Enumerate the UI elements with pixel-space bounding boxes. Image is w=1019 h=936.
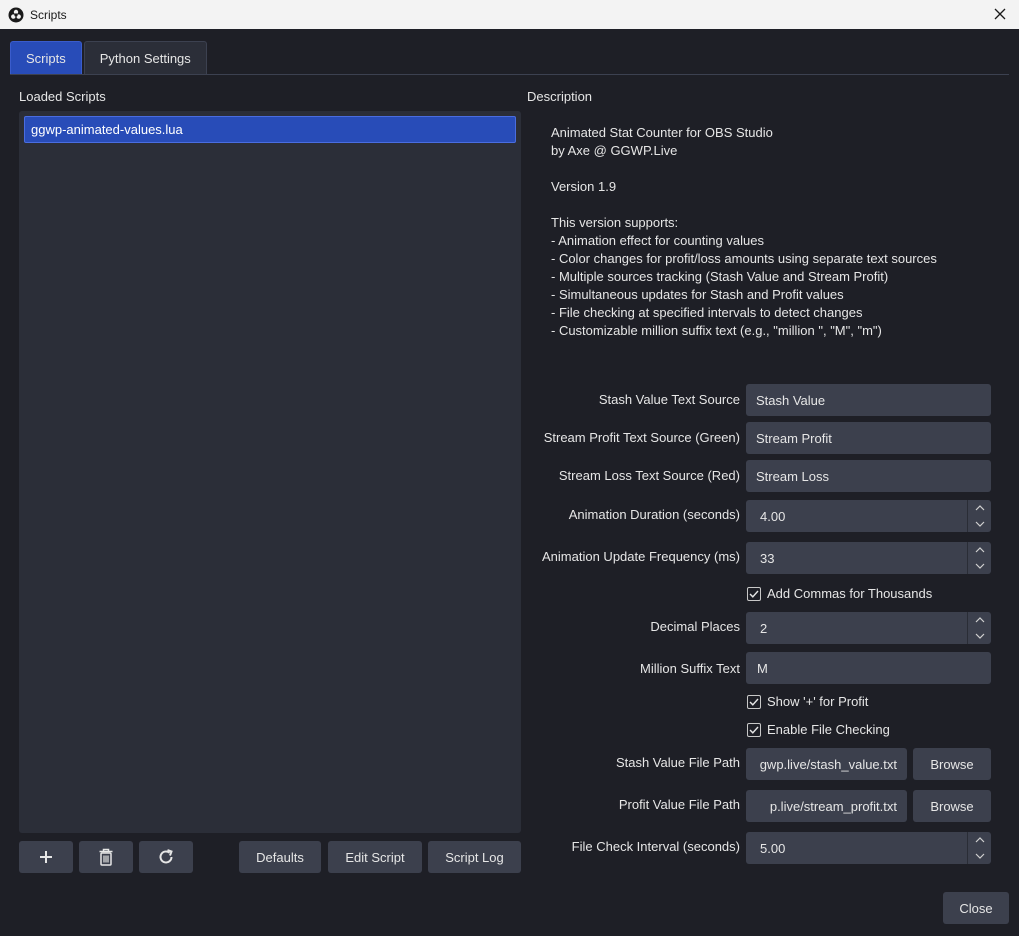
tab-bar: Scripts Python Settings xyxy=(10,41,209,74)
show-plus-checkbox[interactable]: Show '+' for Profit xyxy=(747,694,868,709)
decimal-places-value: 2 xyxy=(760,620,768,636)
spin-arrows xyxy=(967,612,991,644)
spin-down-button[interactable] xyxy=(968,516,992,532)
edit-script-button[interactable]: Edit Script xyxy=(328,841,422,873)
spin-down-button[interactable] xyxy=(968,848,992,864)
spin-down-button[interactable] xyxy=(968,558,992,574)
spin-arrows xyxy=(967,832,991,864)
checkmark-icon xyxy=(749,698,759,706)
profit-path-label: Profit Value File Path xyxy=(618,797,740,812)
close-button[interactable]: Close xyxy=(943,892,1009,924)
checkmark-icon xyxy=(749,590,759,598)
browse-stash-button[interactable]: Browse xyxy=(913,748,991,780)
checkbox-box xyxy=(747,586,761,601)
file-checking-checkbox[interactable]: Enable File Checking xyxy=(747,722,890,737)
anim-duration-value: 4.00 xyxy=(760,508,786,524)
obs-logo-icon xyxy=(8,7,24,22)
stash-path-field[interactable]: gwp.live/stash_value.txt xyxy=(746,748,907,780)
chevron-up-icon xyxy=(975,617,985,623)
chevron-up-icon xyxy=(975,505,985,511)
decimal-places-label: Decimal Places xyxy=(650,619,740,634)
stash-source-field[interactable]: Stash Value xyxy=(746,384,991,416)
chevron-up-icon xyxy=(975,547,985,553)
trash-icon xyxy=(99,848,113,866)
window-close-button[interactable] xyxy=(987,2,1013,26)
loaded-scripts-label: Loaded Scripts xyxy=(19,89,106,104)
million-suffix-field[interactable]: M xyxy=(746,652,991,684)
remove-script-button[interactable] xyxy=(79,841,133,873)
stash-path-label: Stash Value File Path xyxy=(615,755,740,770)
spin-arrows xyxy=(967,500,991,532)
spin-up-button[interactable] xyxy=(968,832,992,848)
anim-freq-value: 33 xyxy=(760,550,775,566)
profit-path-value: p.live/stream_profit.txt xyxy=(769,798,897,814)
chevron-up-icon xyxy=(975,837,985,843)
browse-profit-button[interactable]: Browse xyxy=(913,790,991,822)
anim-freq-label: Animation Update Frequency (ms) xyxy=(542,549,740,564)
stash-path-value: gwp.live/stash_value.txt xyxy=(759,756,897,772)
profit-source-label: Stream Profit Text Source (Green) xyxy=(543,430,740,445)
title-bar: Scripts xyxy=(0,0,1019,29)
loss-source-field[interactable]: Stream Loss xyxy=(746,460,991,492)
add-commas-label: Add Commas for Thousands xyxy=(767,586,933,601)
spin-down-button[interactable] xyxy=(968,628,992,644)
check-interval-spinbox[interactable]: 5.00 xyxy=(746,832,991,864)
add-commas-checkbox[interactable]: Add Commas for Thousands xyxy=(747,586,932,601)
checkmark-icon xyxy=(749,726,759,734)
close-icon xyxy=(994,8,1006,20)
million-suffix-label: Million Suffix Text xyxy=(640,661,740,676)
chevron-down-icon xyxy=(975,563,985,569)
checkbox-box xyxy=(747,722,761,737)
anim-freq-spinbox[interactable]: 33 xyxy=(746,542,991,574)
description-text: Animated Stat Counter for OBS Studio by … xyxy=(551,125,937,338)
reload-script-button[interactable] xyxy=(139,841,193,873)
check-interval-label: File Check Interval (seconds) xyxy=(571,839,740,854)
tab-divider xyxy=(10,74,1009,75)
loaded-scripts-list[interactable]: ggwp-animated-values.lua xyxy=(19,111,521,833)
description-label: Description xyxy=(527,89,593,104)
decimal-places-spinbox[interactable]: 2 xyxy=(746,612,991,644)
chevron-down-icon xyxy=(975,633,985,639)
list-item[interactable]: ggwp-animated-values.lua xyxy=(24,116,516,143)
script-log-button[interactable]: Script Log xyxy=(428,841,521,873)
show-plus-label: Show '+' for Profit xyxy=(767,694,869,709)
anim-duration-spinbox[interactable]: 4.00 xyxy=(746,500,991,532)
spin-up-button[interactable] xyxy=(968,542,992,558)
tab-python-settings[interactable]: Python Settings xyxy=(83,41,207,74)
window-title: Scripts xyxy=(30,7,67,22)
refresh-icon xyxy=(159,849,173,864)
tab-scripts[interactable]: Scripts xyxy=(10,41,82,74)
add-script-button[interactable] xyxy=(19,841,73,873)
profit-source-field[interactable]: Stream Profit xyxy=(746,422,991,454)
spin-arrows xyxy=(967,542,991,574)
stash-source-label: Stash Value Text Source xyxy=(598,392,740,407)
checkbox-box xyxy=(747,694,761,709)
defaults-button[interactable]: Defaults xyxy=(239,841,321,873)
loss-source-label: Stream Loss Text Source (Red) xyxy=(558,468,740,483)
check-interval-value: 5.00 xyxy=(760,840,786,856)
spin-up-button[interactable] xyxy=(968,612,992,628)
anim-duration-label: Animation Duration (seconds) xyxy=(568,507,740,522)
chevron-down-icon xyxy=(975,853,985,859)
spin-up-button[interactable] xyxy=(968,500,992,516)
chevron-down-icon xyxy=(975,521,985,527)
plus-icon xyxy=(40,851,52,863)
profit-path-field[interactable]: p.live/stream_profit.txt xyxy=(746,790,907,822)
file-checking-label: Enable File Checking xyxy=(767,722,890,737)
